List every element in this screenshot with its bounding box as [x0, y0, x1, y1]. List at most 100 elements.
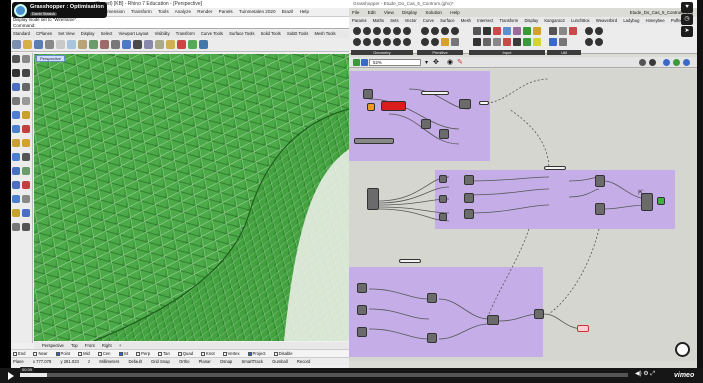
gh-curve-param-icon[interactable]	[353, 38, 361, 46]
dimension-icon[interactable]	[12, 223, 20, 231]
rectangle-icon[interactable]	[22, 97, 30, 105]
gh-component-i[interactable]	[464, 193, 474, 203]
fullscreen-icon[interactable]: ⤢	[650, 371, 655, 377]
checkbox-icon[interactable]	[118, 351, 123, 356]
arc-icon[interactable]	[12, 97, 20, 105]
checkbox-icon[interactable]	[177, 351, 182, 356]
checkbox-icon[interactable]	[13, 351, 17, 356]
checkbox-icon[interactable]	[33, 351, 38, 356]
checkbox-icon[interactable]	[78, 351, 83, 356]
gh-preview-mode-icon[interactable]: ◉	[447, 58, 453, 66]
gh-scribble-icon[interactable]	[569, 27, 577, 35]
menu-analyze[interactable]: Analyze	[175, 9, 191, 14]
gh-menu-file[interactable]: File	[352, 10, 359, 15]
gh-canvas[interactable]: ⇱	[349, 69, 697, 361]
grid-snap-toggle[interactable]: Grid Snap	[151, 359, 170, 364]
smarttrack-toggle[interactable]: SmartTrack	[241, 359, 262, 364]
tab-cplanes[interactable]: CPlanes	[36, 31, 52, 36]
gh-red-panel[interactable]	[381, 101, 406, 111]
gh-fit-icon[interactable]	[559, 38, 567, 46]
redo-icon[interactable]	[100, 40, 109, 49]
checkbox-icon[interactable]	[158, 351, 163, 356]
solid-icon[interactable]	[22, 111, 30, 119]
gh-point-param-icon[interactable]	[353, 27, 361, 35]
gh-text-param-icon[interactable]	[451, 27, 459, 35]
gh-domain-param-icon[interactable]	[431, 38, 439, 46]
checkbox-icon[interactable]	[201, 351, 206, 356]
menu-help[interactable]: Help	[300, 9, 309, 14]
gh-component-q[interactable]	[427, 333, 437, 343]
gh-surface-param-icon[interactable]	[363, 38, 371, 46]
gh-value-list-icon[interactable]	[473, 38, 481, 46]
gh-bake-icon[interactable]	[595, 38, 603, 46]
gh-tab-vector[interactable]: Vector	[405, 18, 417, 23]
boolean-icon[interactable]	[22, 125, 30, 133]
gh-merge-component[interactable]	[367, 188, 379, 210]
gh-component-n[interactable]	[357, 305, 367, 315]
pan-icon[interactable]	[111, 40, 120, 49]
gh-group-param-icon[interactable]	[393, 38, 401, 46]
share-icon[interactable]: ➤	[681, 26, 693, 37]
circle-icon[interactable]	[22, 83, 30, 91]
osnap-tan[interactable]: Tan	[158, 351, 174, 356]
tab-solid-tools[interactable]: Solid Tools	[261, 31, 281, 36]
gh-tab-transform[interactable]: Transform	[499, 18, 518, 23]
gh-component-o[interactable]	[357, 327, 367, 337]
gh-colour-param-icon[interactable]	[421, 38, 429, 46]
viewport-tab-right[interactable]: Right	[102, 343, 112, 348]
gh-component-m[interactable]	[357, 283, 367, 293]
gh-tab-weaverbird[interactable]: Weaverbird	[596, 18, 617, 23]
gh-circle-param-icon[interactable]	[373, 27, 381, 35]
tab-subd-tools[interactable]: SubD Tools	[287, 31, 308, 36]
checkbox-icon[interactable]	[247, 351, 252, 356]
rotate-icon[interactable]	[12, 195, 20, 203]
menu-transform[interactable]: Transform	[131, 9, 152, 14]
add-viewport-tab-button[interactable]: +	[119, 343, 121, 348]
zoom-icon[interactable]	[133, 40, 142, 49]
gh-vector-param-icon[interactable]	[363, 27, 371, 35]
gh-arc-param-icon[interactable]	[383, 27, 391, 35]
gh-graph-icon[interactable]	[533, 27, 541, 35]
gh-panel-icon[interactable]	[503, 27, 511, 35]
gh-component-s[interactable]	[534, 309, 544, 319]
mesh-icon[interactable]	[22, 139, 30, 147]
fillet-icon[interactable]	[12, 139, 20, 147]
like-icon[interactable]: ♥	[681, 2, 693, 13]
gh-component-p[interactable]	[427, 293, 437, 303]
tab-select[interactable]: Select	[101, 31, 113, 36]
gh-plane-param-icon[interactable]	[403, 27, 411, 35]
checkbox-icon[interactable]	[273, 351, 278, 356]
menu-panels[interactable]: Panels	[219, 9, 233, 14]
gh-line-param-icon[interactable]	[393, 27, 401, 35]
move-icon[interactable]	[12, 181, 20, 189]
volume-icon[interactable]: ◀)	[635, 371, 642, 377]
gh-sketch-pen-icon[interactable]: ✎	[457, 58, 463, 66]
rotate-view-icon[interactable]	[122, 40, 131, 49]
gh-component-e[interactable]	[439, 175, 447, 183]
gh-clock-icon[interactable]	[513, 38, 521, 46]
gh-group-primitive[interactable]: Primitive	[417, 50, 463, 55]
tab-surface-tools[interactable]: Surface Tools	[229, 31, 254, 36]
checkbox-icon[interactable]	[136, 351, 141, 356]
menu-brazil[interactable]: Brazil	[282, 9, 294, 14]
gh-swatch-icon[interactable]	[513, 27, 521, 35]
gh-mesh-param-icon[interactable]	[383, 38, 391, 46]
line-icon[interactable]	[12, 69, 20, 77]
gh-group-input[interactable]: Input	[469, 50, 545, 55]
gh-shaded-icon[interactable]	[649, 59, 656, 66]
zoom-window-icon[interactable]	[155, 40, 164, 49]
tab-transform[interactable]: Transform	[176, 31, 195, 36]
text-icon[interactable]	[22, 223, 30, 231]
gh-tab-lunchbox[interactable]: LunchBox	[571, 18, 590, 23]
gh-relay-icon[interactable]	[559, 27, 567, 35]
gh-number-param-icon[interactable]	[441, 27, 449, 35]
tab-display[interactable]: Display	[81, 31, 95, 36]
viewport-title[interactable]: Perspective	[36, 55, 65, 62]
surface-icon[interactable]	[12, 111, 20, 119]
tab-curve-tools[interactable]: Curve Tools	[201, 31, 223, 36]
gh-component-f[interactable]	[439, 195, 447, 203]
osnap-project[interactable]: Project	[247, 351, 270, 356]
gh-menu-help[interactable]: Help	[450, 10, 459, 15]
gh-component-l[interactable]	[595, 203, 605, 215]
gh-sketch-icon[interactable]	[595, 27, 603, 35]
